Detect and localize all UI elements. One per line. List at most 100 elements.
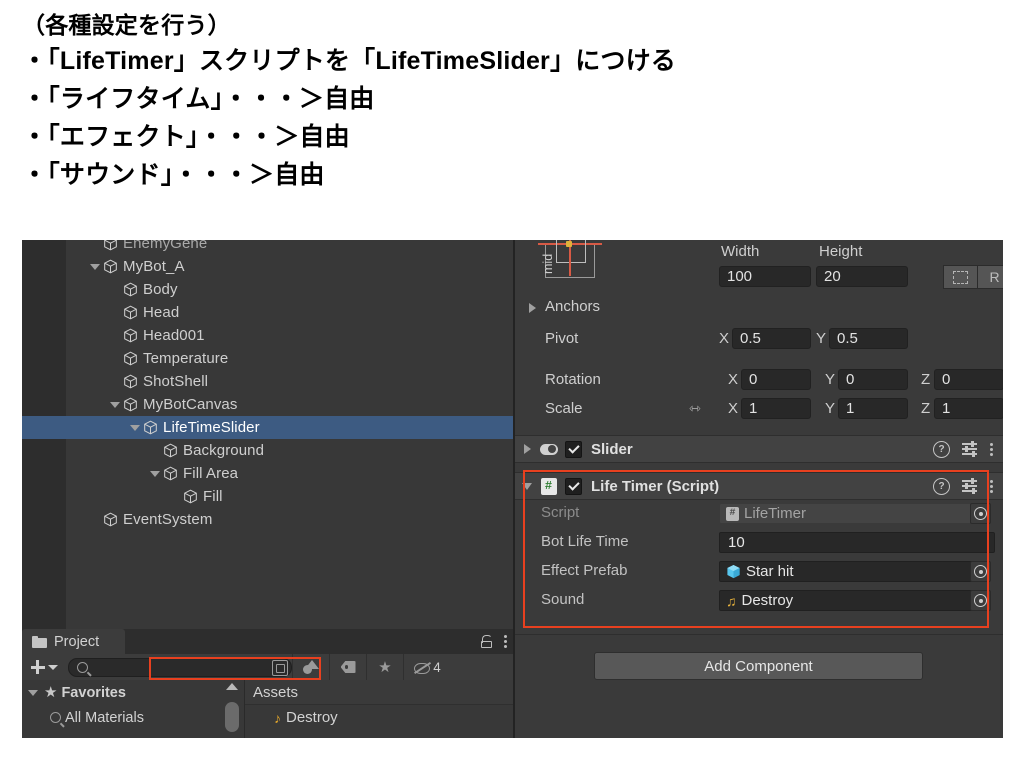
audio-note-icon: ♫ bbox=[726, 592, 737, 609]
life-timer-enabled-checkbox[interactable] bbox=[565, 477, 582, 495]
chevron-down-icon[interactable] bbox=[150, 468, 161, 479]
kebab-menu-icon[interactable] bbox=[503, 635, 507, 649]
raw-edit-mode-button[interactable]: R bbox=[977, 265, 1003, 289]
gameobject-icon bbox=[123, 351, 138, 366]
expand-spacer bbox=[170, 491, 181, 502]
kebab-menu-icon[interactable] bbox=[989, 479, 993, 493]
component-header-slider[interactable]: Slider ? bbox=[515, 435, 1003, 463]
chevron-down-icon[interactable] bbox=[130, 422, 141, 433]
pivot-y-axis: Y bbox=[816, 330, 827, 347]
hierarchy-item-background[interactable]: Background bbox=[22, 439, 513, 462]
filter-favorites-button[interactable]: ★ bbox=[366, 654, 403, 680]
expand-spacer bbox=[90, 240, 101, 249]
search-icon bbox=[50, 712, 61, 723]
filter-by-label-button[interactable] bbox=[329, 654, 366, 680]
script-object-picker[interactable] bbox=[970, 503, 991, 524]
gameobject-icon bbox=[103, 512, 118, 527]
hierarchy-item-temperature[interactable]: Temperature bbox=[22, 347, 513, 370]
hierarchy-item-fill-area[interactable]: Fill Area bbox=[22, 462, 513, 485]
hierarchy-item-fill[interactable]: Fill bbox=[22, 485, 513, 508]
height-field[interactable]: 20 bbox=[816, 266, 908, 287]
filter-by-type-button[interactable] bbox=[292, 654, 329, 680]
pivot-x-field[interactable]: 0.5 bbox=[732, 328, 811, 349]
open-in-new-window-icon[interactable] bbox=[272, 659, 288, 676]
hierarchy-item-shotshell[interactable]: ShotShell bbox=[22, 370, 513, 393]
hierarchy-item-label: EnemyGene bbox=[123, 240, 208, 252]
help-icon[interactable]: ? bbox=[933, 440, 950, 458]
slider-enabled-checkbox[interactable] bbox=[565, 440, 582, 458]
effect-prefab-object-field[interactable]: Star hit bbox=[719, 561, 983, 582]
scale-z-field[interactable]: 1 bbox=[934, 398, 1003, 419]
sound-object-field[interactable]: ♫ Destroy bbox=[719, 590, 983, 611]
hierarchy-item-lifetimeslider[interactable]: LifeTimeSlider bbox=[22, 416, 513, 439]
broken-link-icon[interactable]: ⇿ bbox=[689, 400, 701, 417]
project-search-input[interactable] bbox=[68, 657, 292, 677]
sound-object-picker[interactable] bbox=[970, 590, 991, 611]
tab-project[interactable]: Project bbox=[22, 629, 126, 654]
property-row-sound[interactable]: Sound ♫ Destroy bbox=[515, 587, 1003, 613]
chevron-down-icon bbox=[28, 689, 38, 696]
preset-icon[interactable] bbox=[962, 478, 977, 494]
blueprint-mode-button[interactable] bbox=[943, 265, 978, 289]
scale-y-field[interactable]: 1 bbox=[838, 398, 908, 419]
scale-x-value: 1 bbox=[749, 400, 758, 417]
hierarchy-item-label: Temperature bbox=[143, 350, 229, 367]
rotation-y-field[interactable]: 0 bbox=[838, 369, 908, 390]
project-tree-pane[interactable]: ★ Favorites All Materials bbox=[22, 680, 244, 738]
scale-y-axis: Y bbox=[825, 400, 836, 417]
chevron-down-icon[interactable] bbox=[90, 261, 101, 272]
kebab-menu-icon[interactable] bbox=[989, 442, 993, 456]
scrollbar-thumb[interactable] bbox=[225, 702, 239, 732]
help-icon[interactable]: ? bbox=[933, 477, 950, 495]
anchors-expand-icon[interactable] bbox=[529, 303, 536, 313]
search-icon bbox=[77, 661, 88, 673]
hierarchy-item-head001[interactable]: Head001 bbox=[22, 324, 513, 347]
width-header: Width bbox=[721, 243, 760, 260]
hierarchy-item-mybot-a[interactable]: MyBot_A bbox=[22, 255, 513, 278]
effect-prefab-object-picker[interactable] bbox=[970, 561, 991, 582]
rotation-x-field[interactable]: 0 bbox=[741, 369, 811, 390]
scale-x-field[interactable]: 1 bbox=[741, 398, 811, 419]
gameobject-icon bbox=[143, 420, 158, 435]
bot-life-time-label: Bot Life Time bbox=[541, 533, 629, 550]
project-assets-pane[interactable]: Assets ♪ Destroy bbox=[245, 680, 513, 738]
width-field[interactable]: 100 bbox=[719, 266, 811, 287]
audio-note-icon: ♪ bbox=[274, 709, 281, 726]
hidden-items-button[interactable]: 4 bbox=[403, 654, 450, 680]
chevron-down-icon[interactable] bbox=[110, 399, 121, 410]
hierarchy-item-body[interactable]: Body bbox=[22, 278, 513, 301]
pivot-label: Pivot bbox=[545, 330, 579, 347]
component-header-life-timer[interactable]: # Life Timer (Script) ? bbox=[515, 472, 1003, 500]
property-row-effect-prefab[interactable]: Effect Prefab Star hit bbox=[515, 558, 1003, 584]
project-tree-all-materials[interactable]: All Materials bbox=[22, 705, 244, 730]
add-component-button[interactable]: Add Component bbox=[594, 652, 923, 680]
hierarchy-item-eventsystem[interactable]: EventSystem bbox=[22, 508, 513, 531]
pivot-y-field[interactable]: 0.5 bbox=[829, 328, 908, 349]
bot-life-time-field[interactable]: 10 bbox=[719, 532, 995, 553]
favorites-label: Favorites bbox=[61, 684, 126, 701]
hierarchy-item-label: Head bbox=[143, 304, 180, 321]
project-tree-favorites[interactable]: ★ Favorites bbox=[22, 680, 244, 705]
anchor-preset-mid-label: mid bbox=[541, 253, 555, 274]
unity-editor-screenshot: EnemyGene MyBot_A Body Head Head001 Temperatu… bbox=[22, 240, 1003, 738]
asset-item-destroy[interactable]: ♪ Destroy bbox=[245, 705, 513, 730]
scroll-up-icon[interactable] bbox=[226, 683, 238, 690]
anchor-pivot-dot bbox=[566, 241, 572, 247]
rotation-x-value: 0 bbox=[749, 371, 758, 388]
script-object-field[interactable]: # LifeTimer bbox=[719, 503, 983, 524]
rotation-z-field[interactable]: 0 bbox=[934, 369, 1003, 390]
hierarchy-panel[interactable]: EnemyGene MyBot_A Body Head Head001 Temperatu… bbox=[22, 240, 513, 629]
scale-z-value: 1 bbox=[942, 400, 951, 417]
hierarchy-item-mybotcanvas[interactable]: MyBotCanvas bbox=[22, 393, 513, 416]
chevron-right-icon[interactable] bbox=[521, 442, 535, 456]
hierarchy-item-enemygene[interactable]: EnemyGene bbox=[22, 240, 513, 255]
project-tree-scrollbar[interactable] bbox=[222, 680, 244, 738]
lock-icon[interactable] bbox=[481, 635, 492, 648]
prefab-cube-icon bbox=[726, 564, 741, 579]
create-asset-button[interactable] bbox=[22, 660, 64, 675]
hierarchy-item-head[interactable]: Head bbox=[22, 301, 513, 324]
property-row-bot-life-time[interactable]: Bot Life Time 10 bbox=[515, 529, 1003, 555]
preset-icon[interactable] bbox=[962, 441, 977, 457]
property-row-script[interactable]: Script # LifeTimer bbox=[515, 500, 1003, 526]
chevron-down-icon[interactable] bbox=[521, 479, 535, 493]
